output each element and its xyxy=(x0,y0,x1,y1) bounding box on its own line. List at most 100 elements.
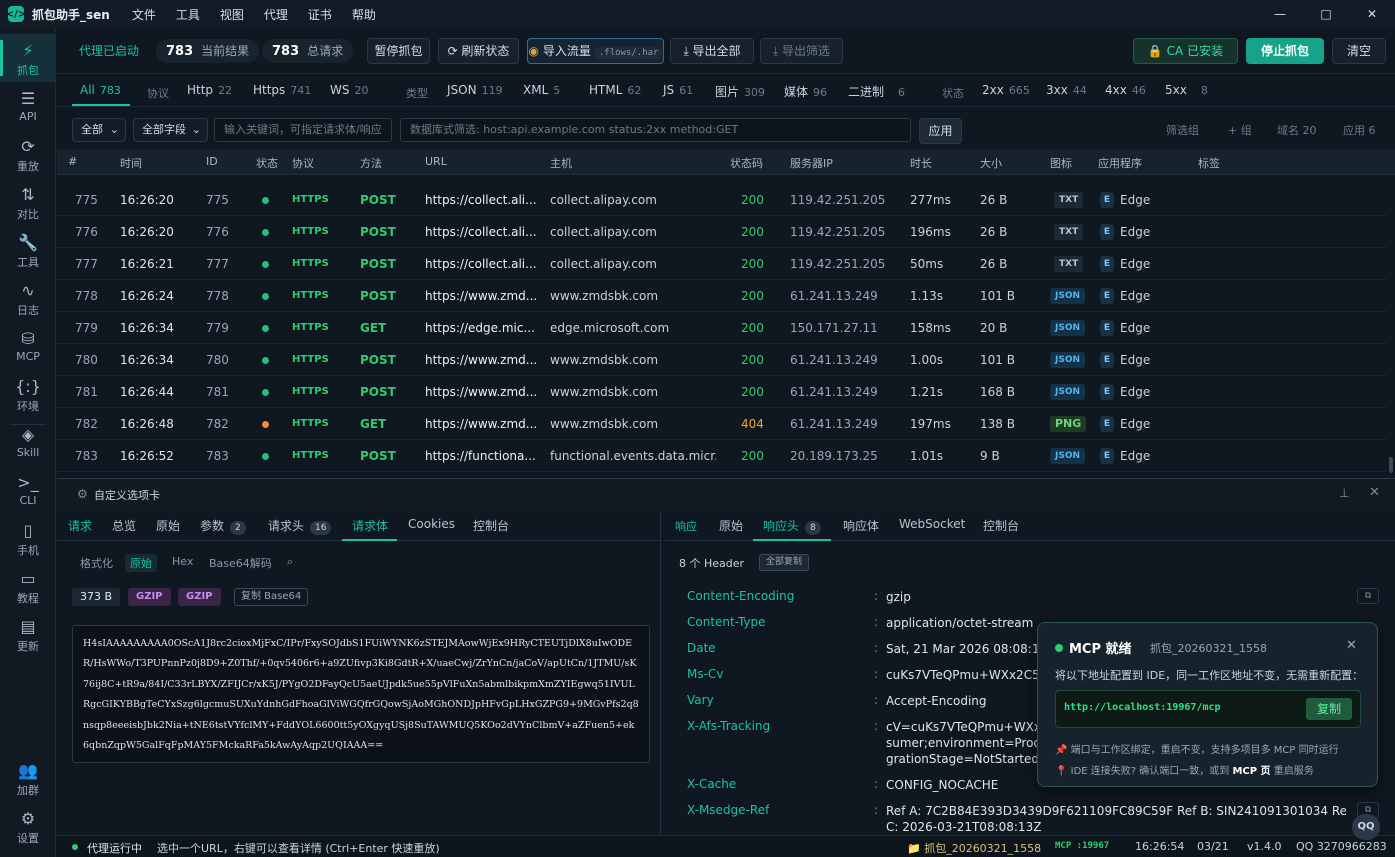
tab-request-headers[interactable]: 请求头 16 xyxy=(268,517,332,535)
workspace-label[interactable]: 📁 抓包_20260321_1558 xyxy=(907,840,1041,856)
filter-html[interactable]: HTML 62 xyxy=(589,83,641,97)
column-header[interactable]: URL xyxy=(425,155,447,168)
column-header[interactable]: 主机 xyxy=(550,155,572,171)
gear-icon[interactable]: ⚙ xyxy=(77,487,88,501)
filter-xml[interactable]: XML 5 xyxy=(523,83,560,97)
db-filter-input[interactable]: 数据库式筛选: host:api.example.com status:2xx … xyxy=(400,118,911,142)
filter-binary[interactable]: 二进制 6 xyxy=(848,83,905,100)
filter-group-button[interactable]: 筛选组 xyxy=(1166,122,1199,138)
filter-3xx[interactable]: 3xx 44 xyxy=(1046,83,1087,97)
mcp-page-link[interactable]: MCP 页 xyxy=(1232,766,1270,777)
mode-base64-decode[interactable]: Base64解码 xyxy=(209,555,272,571)
table-scrollbar[interactable] xyxy=(1389,457,1393,473)
sidebar-item-14[interactable]: ⚙ 设置 xyxy=(0,802,56,850)
import-traffic-button[interactable]: ◉ 导入流量 .flows/.har xyxy=(527,38,664,64)
mode-format[interactable]: 格式化 xyxy=(80,555,113,571)
sidebar-item-8[interactable]: ◈ Skill xyxy=(0,418,56,466)
column-header[interactable]: # xyxy=(68,155,77,168)
column-header[interactable]: 状态码 xyxy=(730,155,763,171)
custom-tab-title[interactable]: 自定义选项卡 xyxy=(94,487,160,503)
column-header[interactable]: 方法 xyxy=(360,155,382,171)
close-icon[interactable]: ✕ xyxy=(1369,485,1380,500)
tab-response[interactable]: 响应 xyxy=(675,518,697,534)
filter-2xx[interactable]: 2xx 665 xyxy=(982,83,1030,97)
table-row[interactable]: 779 16:26:34 779 HTTPS GET https://edge.mic..… xyxy=(57,312,1387,344)
filter-json[interactable]: JSON 119 xyxy=(447,83,503,97)
table-row[interactable]: 780 16:26:34 780 HTTPS POST https://www.zmd..… xyxy=(57,344,1387,376)
filter-all[interactable]: All 783 xyxy=(80,83,121,97)
menu-view[interactable]: 视图 xyxy=(220,6,244,23)
minimize-button[interactable]: — xyxy=(1257,0,1303,28)
qq-contact[interactable]: QQ 3270966283 xyxy=(1296,840,1387,853)
column-header[interactable]: 状态 xyxy=(256,155,278,171)
filter-5xx[interactable]: 5xx 8 xyxy=(1165,83,1208,97)
sidebar-item-5[interactable]: ∿ 日志 xyxy=(0,274,56,322)
filter-js[interactable]: JS 61 xyxy=(663,83,693,97)
domains-filter[interactable]: 域名 20 xyxy=(1277,122,1317,138)
table-row[interactable]: 783 16:26:52 783 HTTPS POST https://functiona… xyxy=(57,440,1387,472)
sidebar-item-12[interactable]: ▤ 更新 xyxy=(0,610,56,658)
menu-file[interactable]: 文件 xyxy=(132,6,156,23)
filter-https[interactable]: Https 741 xyxy=(253,83,311,97)
column-header[interactable]: ID xyxy=(206,155,218,168)
sidebar-item-6[interactable]: ⛁ MCP xyxy=(0,322,56,370)
table-row[interactable]: 782 16:26:48 782 HTTPS GET https://www.zmd...… xyxy=(57,408,1387,440)
tab-response-headers[interactable]: 响应头 8 xyxy=(763,517,821,535)
close-window-button[interactable]: ✕ xyxy=(1349,0,1395,28)
column-header[interactable]: 时长 xyxy=(910,155,932,171)
table-row[interactable]: 781 16:26:44 781 HTTPS POST https://www.zmd..… xyxy=(57,376,1387,408)
pin-icon[interactable]: ⊥ xyxy=(1339,486,1349,500)
clear-button[interactable]: 清空 xyxy=(1332,38,1386,64)
request-body-text[interactable]: H4sIAAAAAAAAA0OScA1J8rc2cioxMjFxC/IPr/Fx… xyxy=(72,625,650,763)
sidebar-item-11[interactable]: ▭ 教程 xyxy=(0,562,56,610)
sidebar-item-10[interactable]: ▯ 手机 xyxy=(0,514,56,562)
stop-capture-button[interactable]: 停止抓包 xyxy=(1246,38,1324,64)
sidebar-item-2[interactable]: ⟳ 重放 xyxy=(0,130,56,178)
mode-hex[interactable]: Hex xyxy=(172,555,193,568)
ca-installed-button[interactable]: 🔒 CA 已安装 xyxy=(1133,38,1238,64)
tab-request[interactable]: 请求 xyxy=(68,517,92,534)
menu-proxy[interactable]: 代理 xyxy=(264,6,288,23)
tab-response-raw[interactable]: 原始 xyxy=(719,517,743,534)
mcp-url[interactable]: http://localhost:19967/mcp xyxy=(1064,702,1221,713)
scope-select[interactable]: 全部 ⌄ xyxy=(72,118,126,142)
pause-capture-button[interactable]: 暂停抓包 xyxy=(367,38,430,64)
column-header[interactable]: 标签 xyxy=(1198,155,1220,171)
sidebar-item-4[interactable]: 🔧 工具 xyxy=(0,226,56,274)
tab-console[interactable]: 控制台 xyxy=(473,517,509,534)
filter-4xx[interactable]: 4xx 46 xyxy=(1105,83,1146,97)
sidebar-item-13[interactable]: 👥 加群 xyxy=(0,754,56,802)
tab-response-console[interactable]: 控制台 xyxy=(983,517,1019,534)
qq-float-button[interactable]: QQ xyxy=(1352,814,1380,840)
filter-ws[interactable]: WS 20 xyxy=(330,83,368,97)
tab-params[interactable]: 参数 2 xyxy=(200,517,246,535)
table-row[interactable]: 778 16:26:24 778 HTTPS POST https://www.zmd..… xyxy=(57,280,1387,312)
export-filtered-button[interactable]: ⤓ 导出筛选 xyxy=(760,38,843,64)
table-row[interactable]: 777 16:26:21 777 HTTPS POST https://collect.a… xyxy=(57,248,1387,280)
apps-filter[interactable]: 应用 6 xyxy=(1343,122,1376,138)
tab-raw[interactable]: 原始 xyxy=(156,517,180,534)
copy-base64-button[interactable]: 复制 Base64 xyxy=(234,588,309,606)
column-header[interactable]: 大小 xyxy=(980,155,1002,171)
tab-overview[interactable]: 总览 xyxy=(112,517,136,534)
refresh-status-button[interactable]: ⟳ 刷新状态 xyxy=(438,38,519,64)
table-row[interactable]: 775 16:26:20 775 HTTPS POST https://collect.a… xyxy=(57,184,1387,216)
column-header[interactable]: 时间 xyxy=(120,155,142,171)
copy-icon[interactable]: ⧉ xyxy=(1357,588,1379,604)
export-all-button[interactable]: ⤓ 导出全部 xyxy=(670,38,754,64)
menu-cert[interactable]: 证书 xyxy=(308,6,332,23)
column-header[interactable]: 应用程序 xyxy=(1098,155,1142,171)
close-icon[interactable]: ✕ xyxy=(1346,638,1357,653)
column-header[interactable]: 服务器IP xyxy=(790,155,833,171)
sidebar-item-3[interactable]: ⇅ 对比 xyxy=(0,178,56,226)
search-icon[interactable]: ⌕ xyxy=(287,555,293,569)
menu-help[interactable]: 帮助 xyxy=(352,6,376,23)
sidebar-item-0[interactable]: ⚡ 抓包 xyxy=(0,34,56,82)
column-header[interactable]: 协议 xyxy=(292,155,314,171)
maximize-button[interactable]: □ xyxy=(1303,0,1349,28)
field-select[interactable]: 全部字段 ⌄ xyxy=(133,118,208,142)
column-header[interactable]: 图标 xyxy=(1050,155,1072,171)
copy-url-button[interactable]: 复制 xyxy=(1306,698,1352,720)
filter-images[interactable]: 图片 309 xyxy=(715,83,765,100)
sidebar-item-9[interactable]: >_ CLI xyxy=(0,466,56,514)
